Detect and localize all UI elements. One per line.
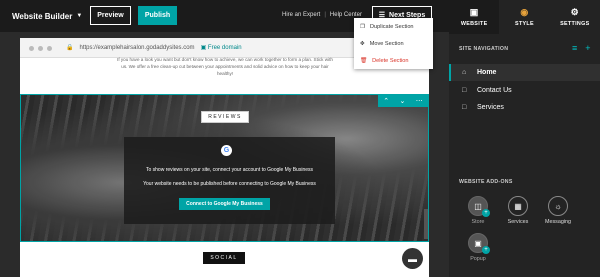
window-dot-icon (38, 46, 43, 51)
calendar-icon: ▦ (514, 201, 522, 211)
reviews-heading: REVIEWS (201, 111, 249, 123)
right-panel: ▣ WEBSITE ◉ STYLE ⚙ SETTINGS SITE NAVIGA… (449, 0, 600, 277)
popup-icon: ▣ (474, 238, 482, 248)
site-nav-tools: ≡ + (572, 43, 591, 53)
window-dot-icon (47, 46, 52, 51)
website-addons-header: WEBSITE ADD-ONS (459, 179, 513, 185)
reviews-instruction: To show reviews on your site, connect yo… (145, 167, 314, 173)
add-page-icon[interactable]: + (585, 43, 590, 53)
messaging-icon: ☼ (554, 201, 562, 211)
addon-services[interactable]: ▦ Services (500, 196, 536, 225)
page-icon: □ (462, 104, 467, 111)
delete-section-item[interactable]: 🗑 Delete Section (354, 52, 433, 69)
free-domain-label: Free domain (207, 45, 242, 51)
nav-item-label: Home (477, 69, 497, 76)
reviews-section[interactable]: REVIEWS G To show reviews on your site, … (20, 94, 429, 242)
delete-section-label: Delete Section (372, 57, 409, 64)
move-section-item[interactable]: ✥ Move Section (354, 35, 433, 52)
nav-item-services[interactable]: □ Services (449, 99, 600, 116)
nav-item-home[interactable]: ⌂ Home (449, 64, 600, 81)
addon-label: Services (507, 219, 529, 225)
store-icon: ◫ (474, 201, 482, 211)
brand-menu[interactable]: Website Builder ▼ (12, 12, 82, 21)
section-context-menu: ❐ Duplicate Section ✥ Move Section 🗑 Del… (354, 18, 433, 69)
addon-label: Store (471, 219, 485, 225)
move-section-label: Move Section (369, 40, 404, 47)
site-url: https://examplehairsalon.godaddysites.co… (79, 44, 195, 51)
top-links: Hire an Expert | Help Center (282, 12, 362, 18)
duplicate-icon: ❐ (360, 23, 366, 30)
reviews-publish-note: Your website needs to be published befor… (143, 181, 316, 187)
lock-icon: 🔒 (66, 45, 74, 51)
home-icon: ⌂ (462, 69, 467, 76)
tab-style-label: STYLE (515, 21, 534, 27)
addon-label: Messaging (544, 219, 572, 225)
preview-button[interactable]: Preview (90, 6, 131, 25)
free-domain-link[interactable]: ▣ Free domain (201, 44, 242, 51)
tab-settings-label: SETTINGS (560, 21, 590, 27)
window-dot-icon (29, 46, 34, 51)
chevron-down-icon[interactable]: ⌄ (399, 97, 405, 105)
add-icon: + (482, 209, 490, 217)
addon-store[interactable]: ◫ + Store (460, 196, 496, 225)
social-heading: SOCIAL (203, 252, 245, 264)
scrollbar[interactable] (424, 209, 428, 239)
nav-item-label: Contact Us (477, 87, 512, 94)
google-icon: G (221, 145, 232, 156)
addon-popup[interactable]: ▣ + Popup (460, 233, 496, 262)
move-icon: ✥ (360, 40, 365, 47)
duplicate-section-item[interactable]: ❐ Duplicate Section (354, 18, 433, 35)
more-options-icon[interactable]: ⋯ (416, 97, 423, 105)
intro-paragraph: If you have a look you want but don't kn… (117, 57, 333, 76)
website-icon: ▣ (469, 7, 479, 17)
add-icon: + (482, 246, 490, 254)
chat-button[interactable]: ▬ (402, 248, 423, 269)
section-toolbar: ⌃ ⌄ ⋯ (378, 95, 428, 107)
page-icon: □ (462, 87, 467, 94)
link-separator: | (324, 12, 326, 18)
chevron-down-icon: ▼ (76, 13, 83, 19)
nav-item-label: Services (477, 104, 504, 111)
addon-label: Popup (470, 256, 486, 262)
domain-icon: ▣ (200, 45, 207, 51)
nav-item-contact-us[interactable]: □ Contact Us (449, 82, 600, 99)
tab-style[interactable]: ◉ STYLE (499, 0, 549, 34)
chevron-up-icon[interactable]: ⌃ (383, 97, 389, 105)
site-navigation-header: SITE NAVIGATION (459, 46, 509, 52)
tab-website-label: WEBSITE (460, 21, 488, 27)
panel-tabs: ▣ WEBSITE ◉ STYLE ⚙ SETTINGS (449, 0, 600, 34)
hire-expert-link[interactable]: Hire an Expert (282, 12, 320, 18)
tab-settings[interactable]: ⚙ SETTINGS (550, 0, 600, 34)
duplicate-section-label: Duplicate Section (370, 23, 414, 30)
brand-label: Website Builder (12, 11, 73, 21)
tab-website[interactable]: ▣ WEBSITE (449, 0, 500, 34)
reorder-icon[interactable]: ≡ (572, 43, 577, 53)
palette-icon: ◉ (520, 7, 529, 17)
publish-button[interactable]: Publish (138, 6, 177, 25)
trash-icon: 🗑 (360, 57, 368, 64)
gear-icon: ⚙ (570, 7, 579, 17)
site-preview: 🔒 https://examplehairsalon.godaddysites.… (20, 38, 429, 277)
addon-messaging[interactable]: ☼ Messaging (540, 196, 576, 225)
connect-gmb-button[interactable]: Connect to Google My Business (179, 198, 270, 210)
chat-icon: ▬ (408, 253, 417, 264)
